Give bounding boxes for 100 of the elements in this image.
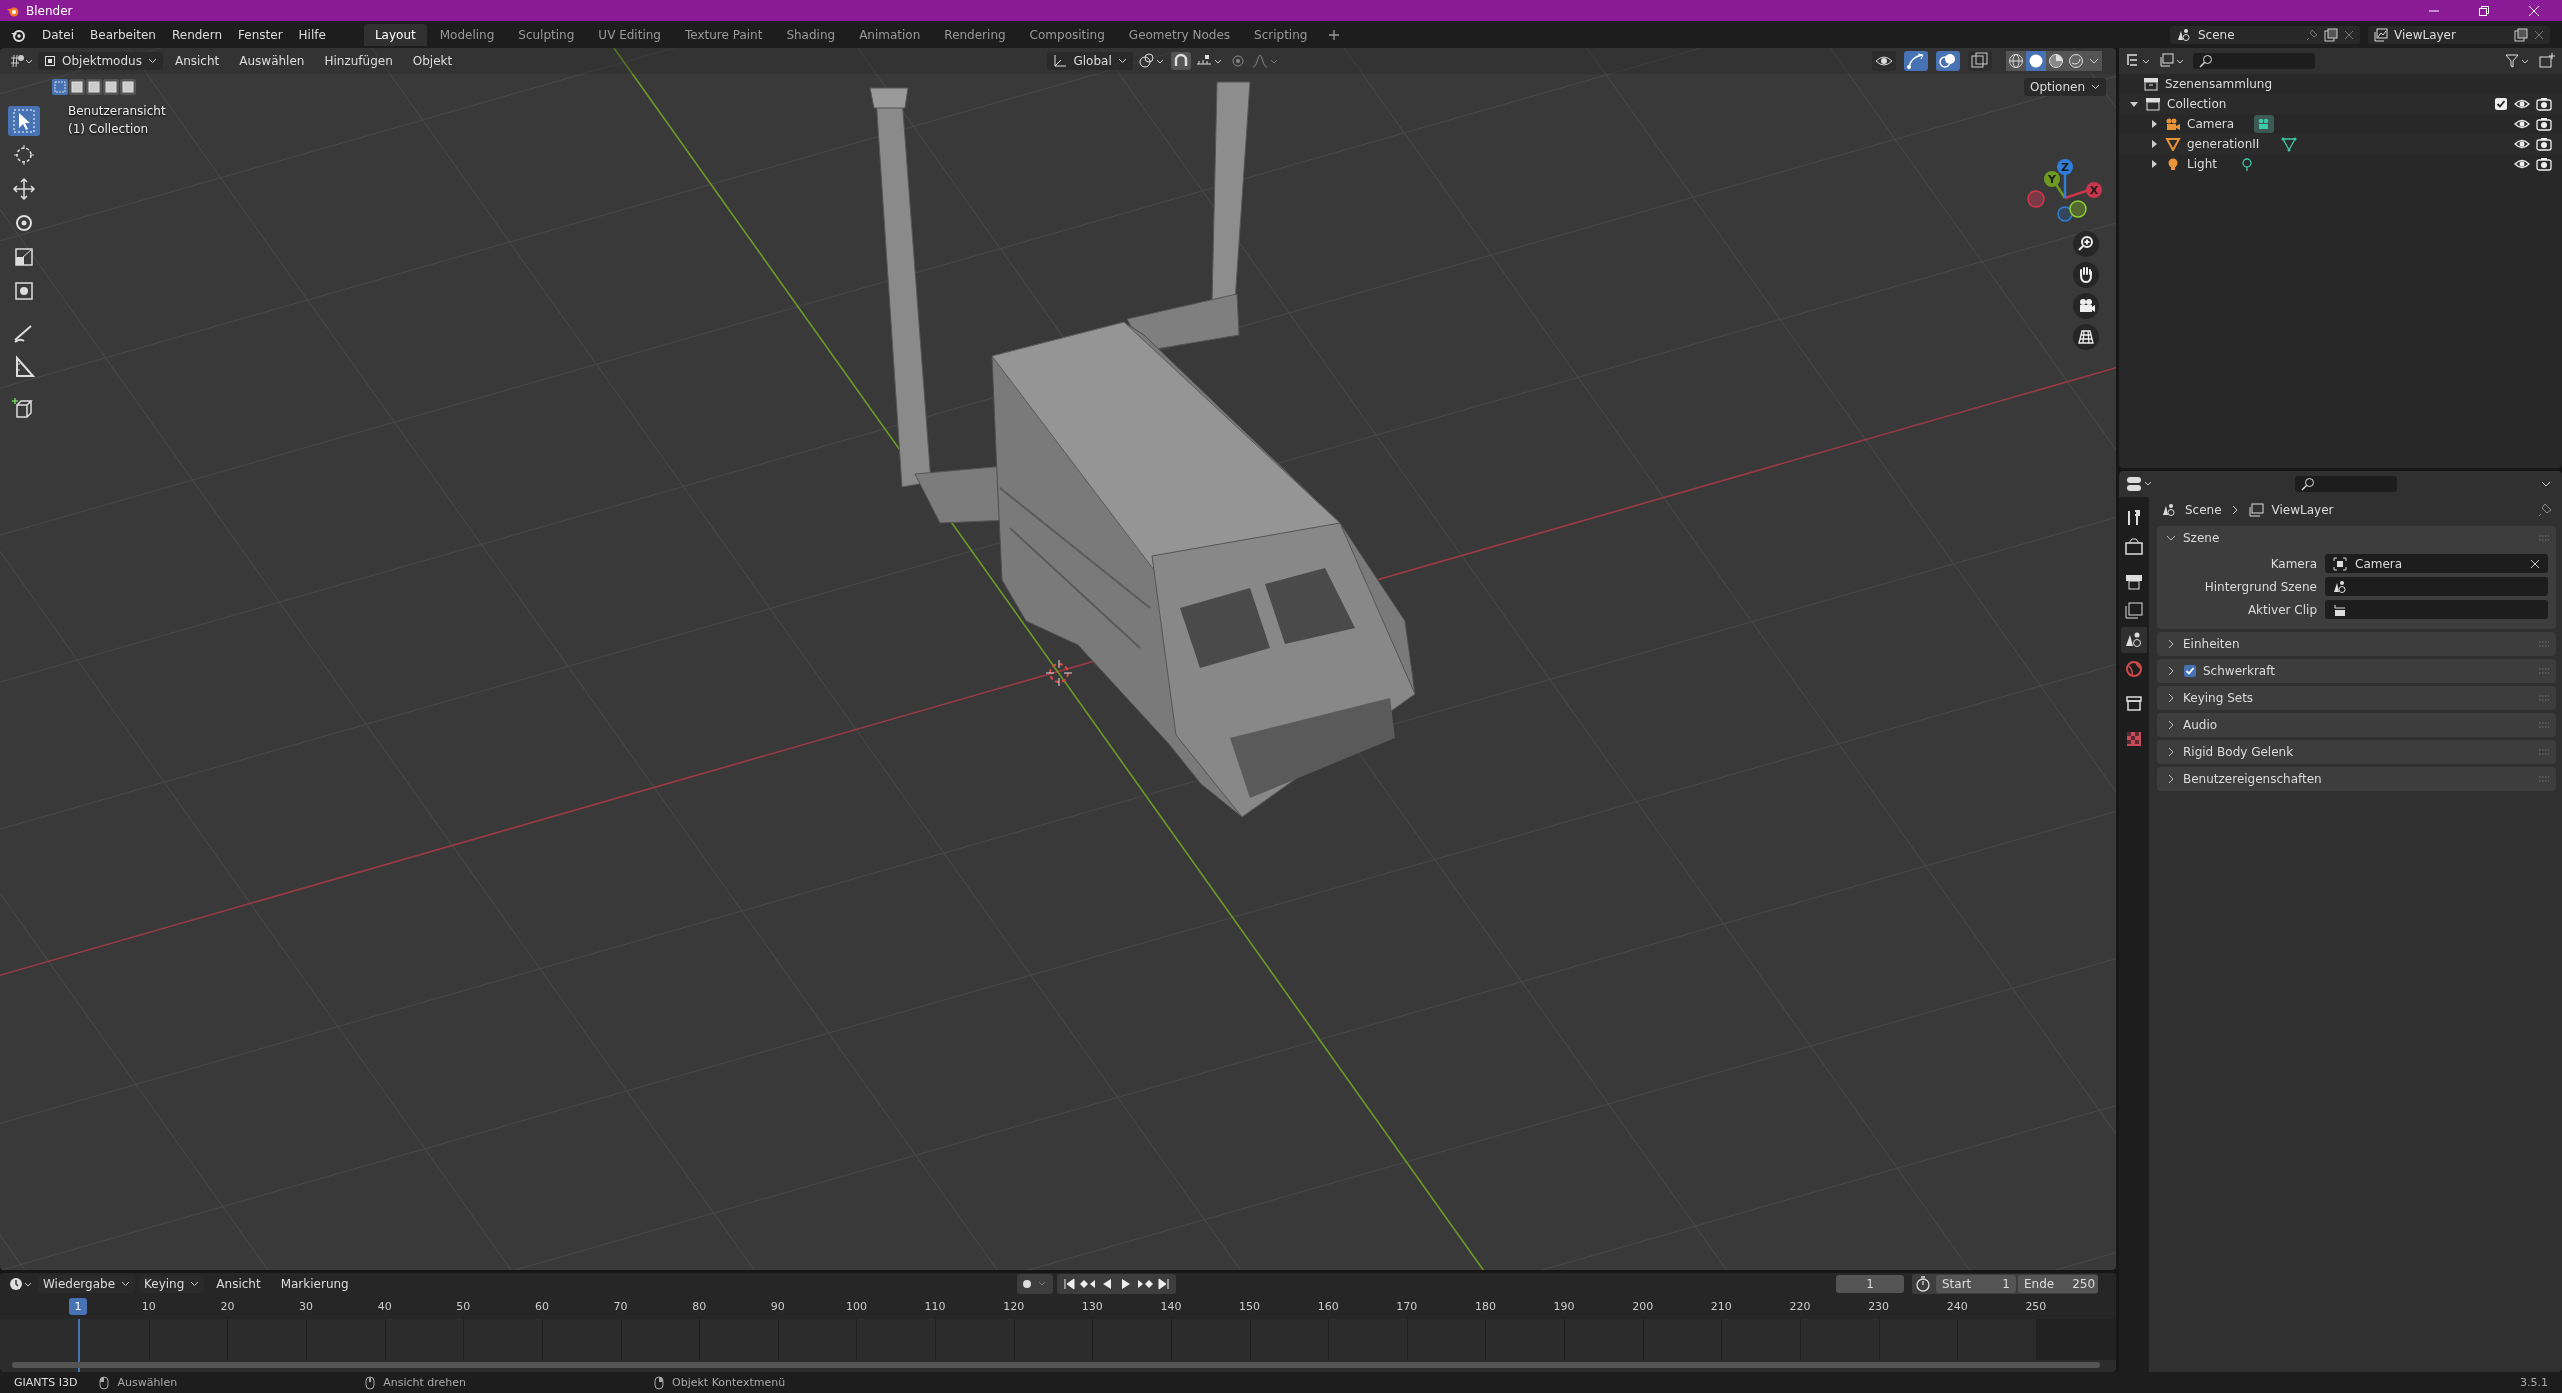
xray-toggle-icon[interactable] bbox=[1968, 51, 1992, 71]
selection-mode-icon[interactable] bbox=[69, 79, 85, 95]
scene-tab-icon[interactable] bbox=[2121, 627, 2147, 653]
orientation-dropdown[interactable]: Global bbox=[1047, 52, 1133, 70]
pin-icon[interactable] bbox=[2538, 503, 2552, 517]
workspace-tab[interactable]: Geometry Nodes bbox=[1117, 23, 1242, 46]
close-icon[interactable] bbox=[2344, 29, 2354, 40]
workspace-tab[interactable]: Sculpting bbox=[507, 23, 586, 46]
grid-icon[interactable] bbox=[2073, 324, 2099, 350]
outliner-item[interactable]: generationII bbox=[2187, 137, 2260, 151]
workspace-tab[interactable]: UV Editing bbox=[587, 23, 672, 46]
visibility-toggle-icon[interactable] bbox=[1872, 51, 1896, 71]
eye-icon[interactable] bbox=[2514, 137, 2530, 151]
duplicate-icon[interactable] bbox=[2324, 27, 2338, 42]
panel-title[interactable]: Einheiten bbox=[2183, 637, 2240, 651]
overlays-toggle-icon[interactable] bbox=[1936, 51, 1960, 71]
workspace-tab[interactable]: Rendering bbox=[933, 23, 1017, 46]
camera-icon[interactable] bbox=[2536, 137, 2552, 151]
menu-item[interactable]: Ansicht bbox=[166, 51, 228, 71]
menu-item[interactable]: Auswählen bbox=[231, 51, 313, 71]
breadcrumb-item[interactable]: ViewLayer bbox=[2271, 503, 2334, 517]
panel-title[interactable]: Benutzereigenschaften bbox=[2183, 772, 2322, 786]
selection-mode-icon[interactable] bbox=[120, 79, 136, 95]
menu-item[interactable]: Hilfe bbox=[290, 24, 334, 45]
camera-data-icon[interactable] bbox=[2254, 115, 2275, 133]
chevron-down-icon[interactable] bbox=[2086, 51, 2102, 71]
workspace-tab[interactable]: Modeling bbox=[428, 23, 506, 46]
selection-mode-icon[interactable] bbox=[103, 79, 119, 95]
workspace-tab[interactable]: Texture Paint bbox=[673, 23, 774, 46]
editor-type-icon[interactable] bbox=[8, 52, 34, 70]
machine-model-drawing[interactable] bbox=[869, 81, 1416, 818]
eye-icon[interactable] bbox=[2514, 117, 2530, 131]
navigation-gizmo[interactable]: X Y Z bbox=[2027, 159, 2102, 222]
workspace-tab[interactable]: Scripting bbox=[1243, 23, 1319, 46]
wireframe-shading-icon[interactable] bbox=[2006, 51, 2026, 71]
current-frame-marker[interactable]: 1 bbox=[69, 1298, 87, 1315]
search-field[interactable] bbox=[2294, 476, 2397, 492]
panel-title[interactable]: Audio bbox=[2183, 718, 2218, 732]
current-frame-field[interactable]: 1 bbox=[1836, 1275, 1904, 1293]
3d-viewport[interactable]: X Y Z Objektmodus Ansicht Auswählen Hinzufügen Objekt Global Optionen Benutzeransicht (1) Collection bbox=[0, 48, 2116, 1270]
eye-icon[interactable] bbox=[2514, 97, 2530, 111]
panel-title[interactable]: Szene bbox=[2183, 531, 2220, 545]
outliner-item[interactable]: Camera bbox=[2187, 117, 2235, 131]
expanded-arrow-icon[interactable] bbox=[2129, 99, 2139, 109]
panel-title[interactable]: Schwerkraft bbox=[2203, 664, 2275, 678]
menu-item[interactable]: Bearbeiten bbox=[82, 24, 164, 45]
camera-icon[interactable] bbox=[2536, 97, 2552, 111]
workspace-tab[interactable]: Compositing bbox=[1018, 23, 1116, 46]
select-tool-icon[interactable] bbox=[8, 106, 40, 136]
options-dropdown[interactable]: Optionen bbox=[2023, 78, 2106, 96]
horizontal-scrollbar[interactable] bbox=[12, 1362, 2100, 1368]
object-field[interactable]: Camera bbox=[2325, 554, 2548, 573]
checkbox[interactable] bbox=[2494, 97, 2508, 111]
drag-handle-icon[interactable] bbox=[2538, 775, 2550, 783]
duplicate-icon[interactable] bbox=[2514, 27, 2528, 42]
camera-icon[interactable] bbox=[2073, 293, 2099, 319]
solid-shading-icon[interactable] bbox=[2026, 51, 2046, 71]
hand-icon[interactable] bbox=[2073, 262, 2099, 288]
add-icon[interactable] bbox=[1328, 28, 1341, 41]
selection-mode-icon[interactable] bbox=[86, 79, 102, 95]
view-layer-selector[interactable]: ViewLayer bbox=[2368, 25, 2550, 44]
workspace-tab[interactable]: Animation bbox=[848, 23, 932, 46]
drag-handle-icon[interactable] bbox=[2538, 667, 2550, 675]
menu-item[interactable]: Ansicht bbox=[208, 1274, 269, 1294]
drag-handle-icon[interactable] bbox=[2538, 534, 2550, 542]
start-frame-field[interactable]: Start 1 bbox=[1936, 1275, 2016, 1293]
pin-icon[interactable] bbox=[2306, 28, 2318, 41]
menu-item[interactable]: Datei bbox=[34, 24, 82, 45]
drag-handle-icon[interactable] bbox=[2538, 694, 2550, 702]
magnet-icon[interactable] bbox=[1170, 52, 1191, 70]
end-frame-field[interactable]: Ende 250 bbox=[2018, 1275, 2098, 1293]
camera-icon[interactable] bbox=[2536, 157, 2552, 171]
drag-handle-icon[interactable] bbox=[2538, 748, 2550, 756]
record-icon[interactable] bbox=[1016, 1274, 1053, 1294]
clock-icon[interactable] bbox=[8, 1275, 34, 1293]
checkbox[interactable] bbox=[2183, 664, 2197, 678]
gizmos-toggle-icon[interactable] bbox=[1904, 51, 1928, 71]
menu-item[interactable]: Rendern bbox=[163, 24, 231, 45]
menu-item[interactable]: Objekt bbox=[404, 51, 461, 71]
outliner-item[interactable]: Collection bbox=[2167, 97, 2227, 111]
close-icon[interactable] bbox=[2534, 29, 2544, 40]
eye-icon[interactable] bbox=[2514, 157, 2530, 171]
new-collection-icon[interactable] bbox=[2538, 52, 2556, 70]
mode-dropdown[interactable]: Objektmodus bbox=[38, 52, 163, 70]
menu-item[interactable]: Keying bbox=[139, 1275, 205, 1293]
menu-item[interactable]: Fenster bbox=[230, 24, 291, 45]
restore-icon[interactable] bbox=[2478, 4, 2490, 17]
scene-selector[interactable]: Scene bbox=[2170, 25, 2360, 44]
3d-cursor-icon[interactable] bbox=[1045, 659, 1073, 687]
search-field[interactable] bbox=[2193, 53, 2315, 69]
panel-title[interactable]: Keying Sets bbox=[2183, 691, 2254, 705]
drag-handle-icon[interactable] bbox=[2538, 721, 2550, 729]
workspace-tab[interactable]: Layout bbox=[363, 23, 427, 46]
clear-icon[interactable] bbox=[2530, 558, 2540, 569]
workspace-tab[interactable]: Shading bbox=[775, 23, 847, 46]
outliner-item[interactable]: Szenensammlung bbox=[2165, 77, 2273, 91]
outliner-item[interactable]: Light bbox=[2187, 157, 2217, 171]
menu-item[interactable]: Wiedergabe bbox=[38, 1275, 135, 1293]
material-shading-icon[interactable] bbox=[2046, 51, 2066, 71]
object-field[interactable] bbox=[2325, 577, 2548, 596]
